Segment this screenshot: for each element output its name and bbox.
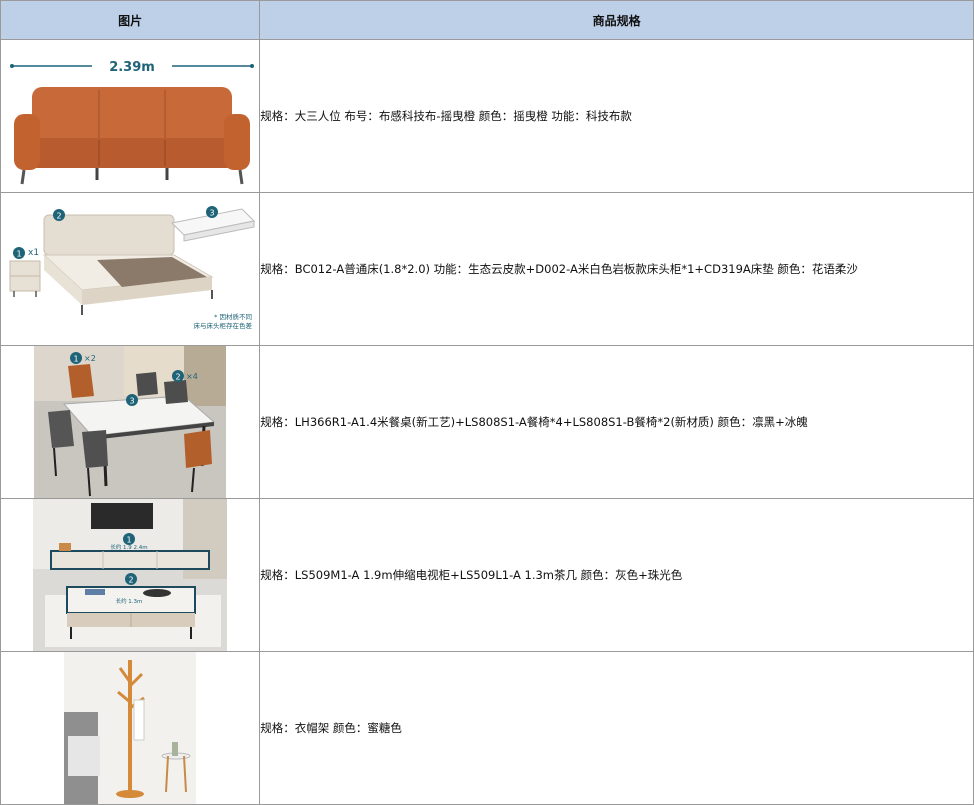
product-image-tv-stand: 1 长约 1.9 2.4m 2 长约 1.3m [0, 498, 261, 652]
sofa-dimension: 2.39m [109, 60, 155, 75]
spec-text: 规格：大三人位 布号：布感科技布-摇曳橙 颜色：摇曳橙 功能：科技布款 [259, 39, 974, 193]
badge-1: 1 [127, 536, 132, 545]
spec-text: 规格：LS509M1-A 1.9m伸缩电视柜+LS509L1-A 1.3m茶几 … [259, 498, 974, 652]
badge-3: 3 [210, 209, 215, 218]
table-row: 2 3 1 x1 * 因材质不同 床与床头柜存在色差 规格：BC012-A普通床… [0, 192, 974, 346]
table-row: 2.39m 规格：大三人位 布号：布感科技布-摇曳橙 颜色：摇曳橙 功能：科技布… [0, 39, 974, 193]
table-row: 1 长约 1.9 2.4m 2 长约 1.3m 规格：LS509M1-A 1.9… [0, 498, 974, 652]
coffee-table-length: 长约 1.3m [116, 597, 143, 605]
product-image-bed: 2 3 1 x1 * 因材质不同 床与床头柜存在色差 [0, 192, 261, 346]
product-image-sofa: 2.39m [0, 39, 261, 193]
table-row: 规格：衣帽架 颜色：蜜糖色 [0, 651, 974, 805]
note-line-1: * 因材质不同 [214, 312, 252, 321]
nightstand-qty: x1 [28, 248, 39, 258]
sofa-image: 2.39m [10, 60, 255, 185]
product-image-dining: 1 ×2 2 ×4 3 [0, 345, 261, 499]
spec-text: 规格：BC012-A普通床(1.8*2.0) 功能：生态云皮款+D002-A米白… [259, 192, 974, 346]
note-line-2: 床与床头柜存在色差 [194, 321, 253, 330]
bed-image: 2 3 1 x1 * 因材质不同 床与床头柜存在色差 [9, 206, 256, 330]
badge-1: 1 [17, 250, 22, 259]
badge-1: 1 [74, 355, 79, 364]
badge-2: 2 [57, 212, 62, 221]
chair-a-qty: ×4 [186, 372, 198, 381]
header-image: 图片 [0, 0, 261, 40]
spec-text: 规格：LH366R1-A1.4米餐桌(新工艺)+LS808S1-A餐椅*4+LS… [259, 345, 974, 499]
chair-b-qty: ×2 [84, 354, 96, 363]
table-row: 1 ×2 2 ×4 3 规格：LH366R1-A1.4米餐桌(新工艺)+LS80… [0, 345, 974, 499]
table-header-row: 图片 商品规格 [0, 0, 974, 40]
tv-stand-length: 长约 1.9 2.4m [110, 543, 147, 551]
badge-2: 2 [176, 373, 181, 382]
tv-stand-image: 1 长约 1.9 2.4m 2 长约 1.3m [33, 499, 228, 651]
header-spec: 商品规格 [259, 0, 974, 40]
dining-image: 1 ×2 2 ×4 3 [34, 346, 227, 498]
coat-rack-image [64, 652, 197, 804]
spec-text: 规格：衣帽架 颜色：蜜糖色 [259, 651, 974, 805]
spec-table: 图片 商品规格 2.39m 规格：大三人位 布号：布感科技布-摇曳橙 颜色：摇曳… [0, 0, 974, 805]
badge-2: 2 [129, 576, 134, 585]
product-image-coat-rack [0, 651, 261, 805]
badge-3: 3 [130, 397, 135, 406]
